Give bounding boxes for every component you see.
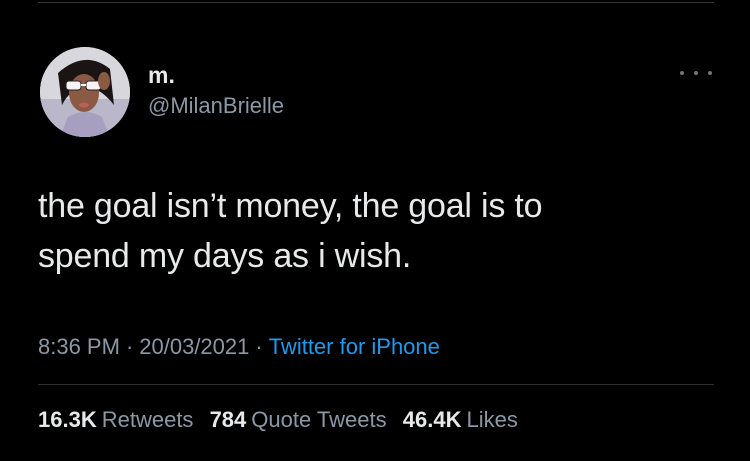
user-handle[interactable]: @MilanBrielle xyxy=(148,93,284,119)
stats-divider xyxy=(38,384,714,385)
top-divider xyxy=(38,2,714,3)
more-options-button[interactable] xyxy=(680,64,712,82)
tweet-date[interactable]: 20/03/2021 xyxy=(139,334,249,359)
tweet-time[interactable]: 8:36 PM xyxy=(38,334,120,359)
engagement-stats: 16.3K Retweets 784 Quote Tweets 46.4K Likes xyxy=(38,406,528,434)
retweets-label: Retweets xyxy=(101,407,194,432)
tweet-text: the goal isn’t money, the goal is to spe… xyxy=(38,181,678,281)
likes-count: 46.4K xyxy=(402,407,462,432)
quote-tweets-label: Quote Tweets xyxy=(251,407,387,432)
tweet-text-line: spend my days as i wish. xyxy=(38,237,412,275)
profile-photo-icon xyxy=(40,47,130,137)
tweet-source-link[interactable]: Twitter for iPhone xyxy=(269,334,440,359)
display-name[interactable]: m. xyxy=(148,62,175,88)
retweets-stat[interactable]: 16.3K Retweets xyxy=(38,407,193,432)
retweets-count: 16.3K xyxy=(38,407,97,432)
more-options-icon-dot xyxy=(708,71,712,75)
tweet-text-line: the goal isn’t money, the goal is to xyxy=(38,187,543,225)
likes-label: Likes xyxy=(466,407,518,432)
tweet-meta: 8:36 PM · 20/03/2021 · Twitter for iPhone xyxy=(38,333,440,361)
meta-separator: · xyxy=(125,334,134,359)
quote-tweets-stat[interactable]: 784 Quote Tweets xyxy=(210,407,387,432)
likes-stat[interactable]: 46.4K Likes xyxy=(403,407,518,432)
meta-separator: · xyxy=(255,334,263,359)
avatar[interactable] xyxy=(40,47,130,137)
quote-tweets-count: 784 xyxy=(209,407,247,432)
more-options-icon xyxy=(680,71,684,75)
more-options-icon-dot xyxy=(694,71,698,75)
